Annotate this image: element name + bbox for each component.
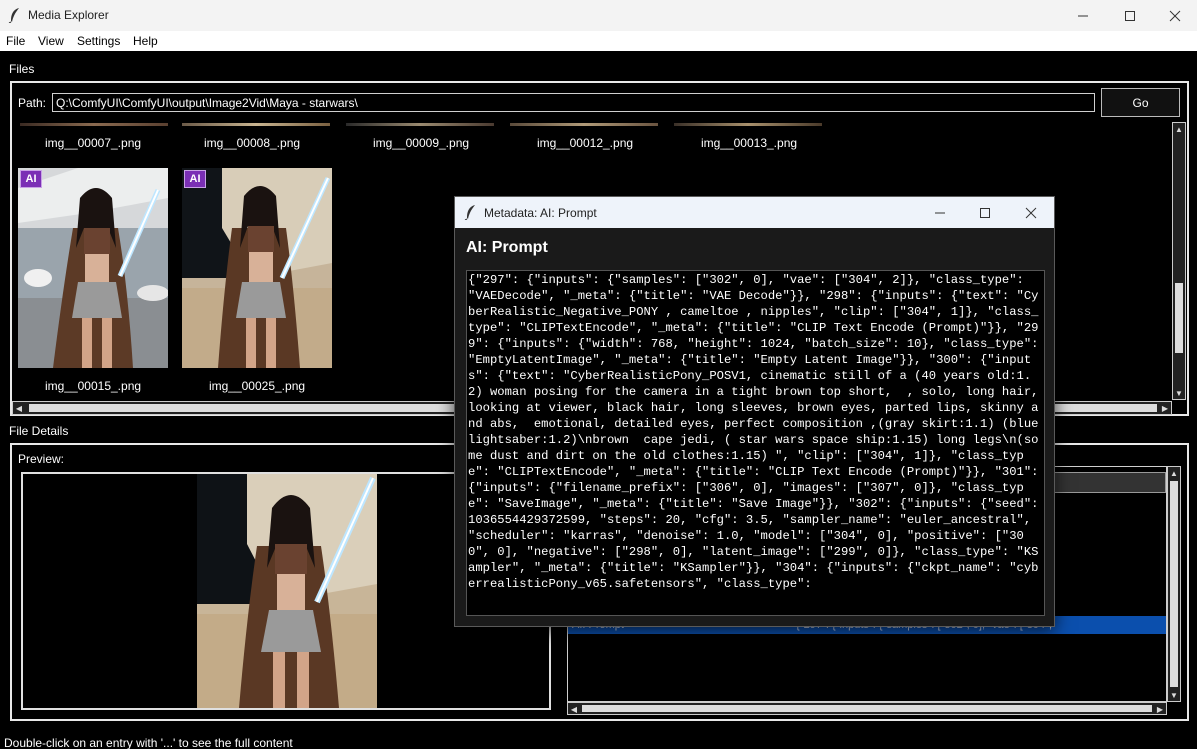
scroll-down-icon[interactable]: ▼ (1173, 387, 1185, 399)
dialog-heading: AI: Prompt (466, 239, 548, 256)
feather-icon (8, 8, 19, 23)
status-bar-text: Double-click on an entry with '...' to s… (4, 736, 293, 749)
window-titlebar: Media Explorer (0, 0, 1197, 31)
thumbnail-caption: img__00013_.png (700, 136, 798, 150)
thumbnail-strip[interactable] (20, 123, 168, 126)
dialog-title: Metadata: AI: Prompt (484, 206, 597, 220)
file-details-section-label: File Details (9, 424, 69, 438)
maximize-button[interactable] (1107, 0, 1153, 31)
ai-badge: AI (20, 170, 42, 188)
close-icon (1025, 207, 1037, 218)
metadata-horizontal-scrollbar[interactable]: ◀ ▶ (567, 702, 1167, 715)
scroll-down-icon[interactable]: ▼ (1168, 689, 1180, 701)
minimize-button[interactable] (1060, 0, 1106, 31)
thumbnail-strip[interactable] (510, 123, 658, 126)
menu-bar: File View Settings Help (0, 31, 1197, 51)
dialog-close-button[interactable] (1008, 197, 1054, 228)
close-icon (1169, 10, 1181, 21)
window-title: Media Explorer (28, 8, 109, 22)
ai-badge: AI (184, 170, 206, 188)
minimize-icon (935, 212, 945, 213)
scroll-thumb[interactable] (1170, 481, 1178, 687)
dialog-minimize-button[interactable] (917, 197, 963, 228)
maximize-icon (1125, 10, 1135, 21)
go-button[interactable]: Go (1101, 88, 1180, 117)
files-vertical-scrollbar[interactable]: ▲ ▼ (1172, 122, 1186, 400)
path-input[interactable] (52, 93, 1095, 112)
scroll-up-icon[interactable]: ▲ (1168, 467, 1180, 479)
menu-help[interactable]: Help (133, 34, 158, 48)
thumbnail-caption: img__00007_.png (44, 136, 142, 150)
thumbnail-caption: img__00008_.png (203, 136, 301, 150)
menu-view[interactable]: View (38, 34, 64, 48)
dialog-maximize-button[interactable] (962, 197, 1008, 228)
thumbnail-strip[interactable] (182, 123, 330, 126)
jedi-photo (18, 168, 168, 368)
files-section-label: Files (9, 62, 35, 76)
scroll-thumb[interactable] (1175, 283, 1183, 353)
close-button[interactable] (1152, 0, 1197, 31)
thumbnail-caption: img__00009_.png (372, 136, 470, 150)
maximize-icon (980, 207, 990, 218)
scroll-left-icon[interactable]: ◀ (13, 402, 25, 414)
thumbnail-caption: img__00025_.png (208, 379, 306, 393)
feather-icon (464, 205, 475, 220)
thumbnail-strip[interactable] (346, 123, 494, 126)
minimize-icon (1078, 15, 1088, 16)
thumbnail-image[interactable]: AI (182, 168, 332, 368)
metadata-dialog: Metadata: AI: Prompt AI: Prompt {"297": … (454, 196, 1055, 627)
menu-settings[interactable]: Settings (77, 34, 120, 48)
thumbnail-strip[interactable] (674, 123, 822, 126)
scroll-up-icon[interactable]: ▲ (1173, 123, 1185, 135)
scroll-right-icon[interactable]: ▶ (1154, 703, 1166, 715)
preview-image (197, 474, 377, 708)
jedi-photo (182, 168, 332, 368)
scroll-left-icon[interactable]: ◀ (568, 703, 580, 715)
preview-label: Preview: (18, 452, 65, 466)
scroll-thumb[interactable] (582, 705, 1152, 712)
thumbnail-caption: img__00012_.png (536, 136, 634, 150)
menu-file[interactable]: File (6, 34, 25, 48)
metadata-vertical-scrollbar[interactable]: ▲ ▼ (1167, 466, 1181, 702)
path-label: Path: (18, 96, 47, 110)
scroll-right-icon[interactable]: ▶ (1159, 402, 1171, 414)
thumbnail-caption: img__00015_.png (44, 379, 142, 393)
thumbnail-image[interactable]: AI (18, 168, 168, 368)
metadata-text-area[interactable]: {"297": {"inputs": {"samples": ["302", 0… (466, 270, 1045, 616)
dialog-titlebar: Metadata: AI: Prompt (455, 197, 1054, 228)
